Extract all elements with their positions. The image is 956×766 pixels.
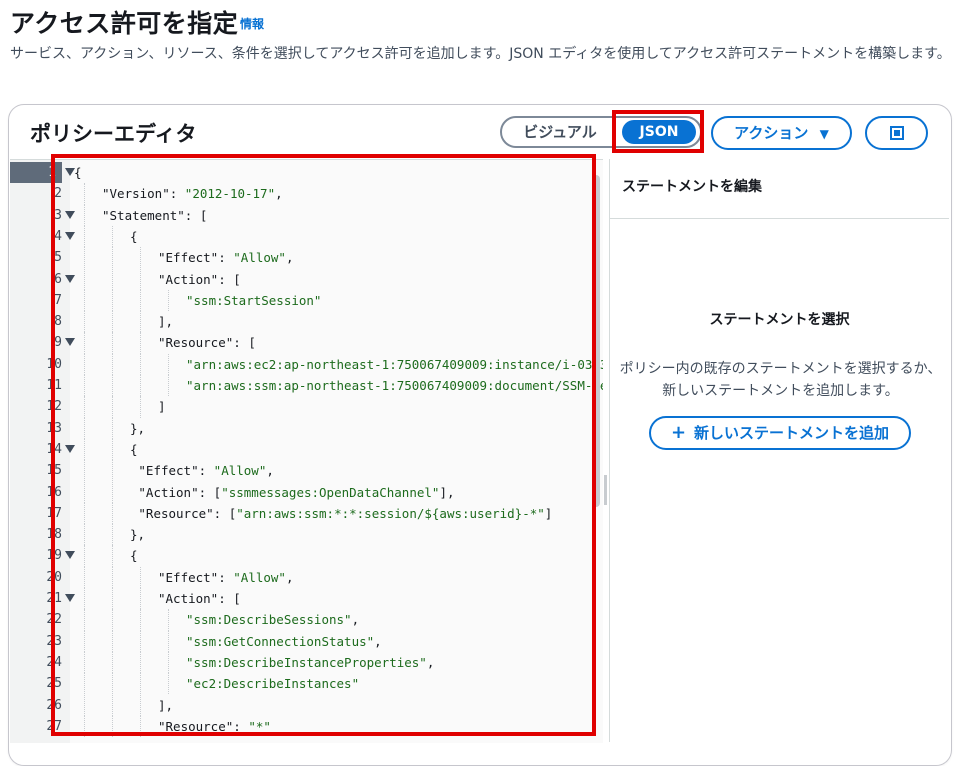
fullscreen-button[interactable] <box>865 116 928 150</box>
fullscreen-icon <box>890 126 904 140</box>
divider <box>610 218 949 219</box>
panel-resize-handle[interactable] <box>604 475 607 505</box>
editor-highlight-box <box>51 154 596 736</box>
add-statement-label: 新しいステートメントを追加 <box>694 424 890 442</box>
caret-down-icon: ▼ <box>819 127 829 141</box>
empty-state-description: ポリシー内の既存のステートメントを選択するか、新しいステートメントを追加します。 <box>619 361 942 399</box>
actions-label: アクション <box>734 124 809 142</box>
add-statement-button[interactable]: + 新しいステートメントを追加 <box>649 416 911 450</box>
page-description: サービス、アクション、リソース、条件を選択してアクセス許可を追加します。JSON… <box>10 46 951 62</box>
json-highlight-box <box>612 110 704 153</box>
page-title: アクセス許可を指定 <box>10 9 239 38</box>
info-link[interactable]: 情報 <box>240 15 264 32</box>
visual-mode-button[interactable]: ビジュアル <box>504 118 616 146</box>
side-panel-title: ステートメントを編集 <box>622 179 762 195</box>
actions-dropdown-button[interactable]: アクション ▼ <box>711 116 852 150</box>
statement-side-panel <box>609 159 950 742</box>
empty-state-title: ステートメントを選択 <box>709 312 850 328</box>
policy-editor-title: ポリシーエディタ <box>30 122 197 146</box>
plus-icon: + <box>670 422 687 443</box>
